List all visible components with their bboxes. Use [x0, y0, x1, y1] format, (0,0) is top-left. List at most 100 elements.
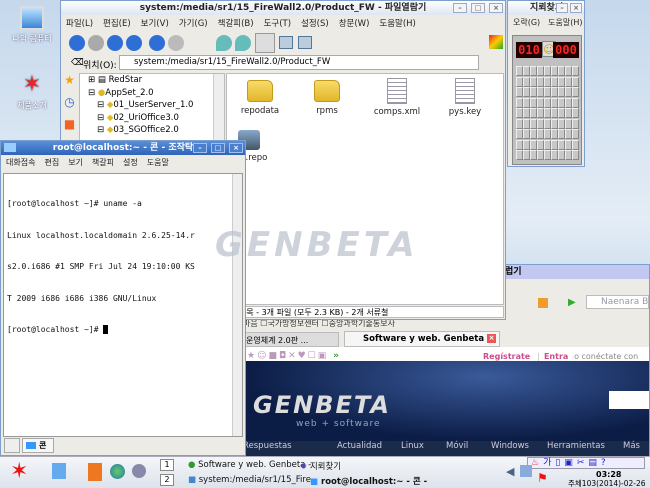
menu-item[interactable]: 설정(S)	[301, 16, 329, 32]
help-icon[interactable]: ?	[601, 458, 610, 468]
search-box[interactable]	[609, 391, 649, 409]
mine-cell[interactable]	[516, 97, 523, 108]
mine-cell[interactable]	[530, 108, 537, 118]
nav-link[interactable]: Más	[623, 441, 640, 452]
reload-icon[interactable]	[149, 35, 165, 51]
mine-cell[interactable]	[551, 139, 558, 150]
session-tab[interactable]: 콘	[22, 438, 54, 453]
clear-location-icon[interactable]: ⌫	[71, 58, 84, 68]
nav-link[interactable]: Móvil	[446, 441, 468, 452]
menu-item[interactable]: 대화접속	[6, 155, 35, 171]
bookmark[interactable]: 중앙과학기술통보사	[329, 319, 395, 328]
start-menu-icon[interactable]: ✶	[10, 459, 28, 484]
mine-cell[interactable]	[572, 76, 579, 87]
mine-cell[interactable]	[523, 118, 530, 129]
mine-cell[interactable]	[523, 97, 530, 108]
mine-cell[interactable]	[537, 66, 544, 76]
mine-cell[interactable]	[544, 108, 551, 118]
nav-link[interactable]: Linux	[401, 441, 424, 452]
mine-cell[interactable]	[565, 118, 572, 129]
maximize-button[interactable]: □	[471, 3, 485, 13]
mine-cell[interactable]	[523, 87, 530, 97]
rss-icon[interactable]	[538, 298, 548, 308]
minimize-button[interactable]: –	[193, 143, 207, 153]
mine-cell[interactable]	[551, 108, 558, 118]
bookmarks-star-icon[interactable]: ★	[61, 73, 78, 95]
close-tab-icon[interactable]: ×	[487, 334, 496, 343]
mine-cell[interactable]	[572, 66, 579, 76]
file-item[interactable]: pys.key	[435, 78, 495, 117]
terminal-scrollbar[interactable]	[232, 174, 242, 436]
task-file-manager[interactable]: ■ system:/media/sr1/15_Fire	[188, 475, 311, 485]
close-button[interactable]: ×	[489, 3, 503, 13]
tab-inactive[interactable]: 운영체계 2.0판 ...	[243, 332, 339, 347]
task-browser[interactable]: ● Software y web. Genbeta -	[188, 460, 311, 470]
menu-item[interactable]: 보기(V)	[141, 16, 169, 32]
task-minesweeper[interactable]: ✹ 지뢰찾기	[300, 460, 341, 472]
tree-item[interactable]: ⊟ ◆03_SGOffice2.0	[88, 124, 224, 137]
mine-cell[interactable]	[544, 87, 551, 97]
mine-cell[interactable]	[530, 76, 537, 87]
mine-cell[interactable]	[565, 139, 572, 150]
mine-cell[interactable]	[565, 87, 572, 97]
mine-cell[interactable]	[544, 118, 551, 129]
menu-item[interactable]: 책갈피(B)	[218, 16, 254, 32]
mine-cell[interactable]	[544, 150, 551, 160]
mine-cell[interactable]	[537, 139, 544, 150]
menu-item[interactable]: 오락(G)	[513, 15, 540, 31]
zoom-out-icon[interactable]	[235, 35, 251, 51]
menu-item[interactable]: 편집(E)	[103, 16, 131, 32]
mine-cell[interactable]	[523, 139, 530, 150]
mine-cell[interactable]	[565, 108, 572, 118]
mine-cell[interactable]	[523, 150, 530, 160]
tree-item[interactable]: ⊟ ◆01_UserServer_1.0	[88, 99, 224, 112]
minimize-button[interactable]: –	[453, 3, 467, 13]
services-icon[interactable]: ■	[61, 117, 78, 131]
mine-cell[interactable]	[544, 129, 551, 139]
mine-cell[interactable]	[565, 150, 572, 160]
mine-cell[interactable]	[530, 118, 537, 129]
zoom-in-icon[interactable]	[216, 35, 232, 51]
desktop-icon-product-intro[interactable]: ✶ 제품소개	[4, 73, 60, 111]
nav-link[interactable]: Herramientas	[547, 441, 605, 452]
mine-cell[interactable]	[558, 97, 565, 108]
mine-cell[interactable]	[523, 129, 530, 139]
mine-cell[interactable]	[523, 76, 530, 87]
mine-cell[interactable]	[544, 97, 551, 108]
mine-cell[interactable]	[565, 76, 572, 87]
file-item[interactable]: comps.xml	[367, 78, 427, 117]
mine-cell[interactable]	[530, 66, 537, 76]
search-input[interactable]: Naenara BB	[586, 295, 650, 309]
mine-cell[interactable]	[537, 87, 544, 97]
history-icon[interactable]: ◷	[61, 95, 78, 117]
editor-launcher-icon[interactable]	[52, 463, 66, 479]
up-icon[interactable]	[107, 35, 123, 51]
detail-view-button[interactable]	[279, 36, 293, 49]
network-icon[interactable]	[520, 465, 532, 477]
task-terminal[interactable]: ■ root@localhost:~ - 콘 -	[310, 475, 427, 487]
mine-cell[interactable]	[537, 118, 544, 129]
nav-link[interactable]: Actualidad	[337, 441, 382, 452]
mine-cell[interactable]	[537, 129, 544, 139]
mine-cell[interactable]	[572, 150, 579, 160]
mine-cell[interactable]	[551, 150, 558, 160]
title-bar[interactable]: 지뢰찾기 – ×	[508, 1, 584, 15]
clock[interactable]: 03:28	[596, 470, 621, 479]
go-button[interactable]: ▶	[568, 297, 576, 308]
mine-cell[interactable]	[516, 150, 523, 160]
pager-desktop-2[interactable]: 2	[160, 474, 174, 486]
mine-cell[interactable]	[537, 150, 544, 160]
mine-cell[interactable]	[572, 97, 579, 108]
close-button[interactable]: ×	[229, 143, 243, 153]
mine-cell[interactable]	[558, 139, 565, 150]
office-launcher-icon[interactable]	[88, 463, 102, 481]
mine-cell[interactable]	[572, 139, 579, 150]
back-icon[interactable]	[69, 35, 85, 51]
mine-cell[interactable]	[516, 87, 523, 97]
mine-cell[interactable]	[558, 118, 565, 129]
mine-cell[interactable]	[537, 97, 544, 108]
mine-cell[interactable]	[537, 108, 544, 118]
menu-item[interactable]: 파일(L)	[66, 16, 93, 32]
mine-cell[interactable]	[530, 97, 537, 108]
mine-cell[interactable]	[572, 108, 579, 118]
